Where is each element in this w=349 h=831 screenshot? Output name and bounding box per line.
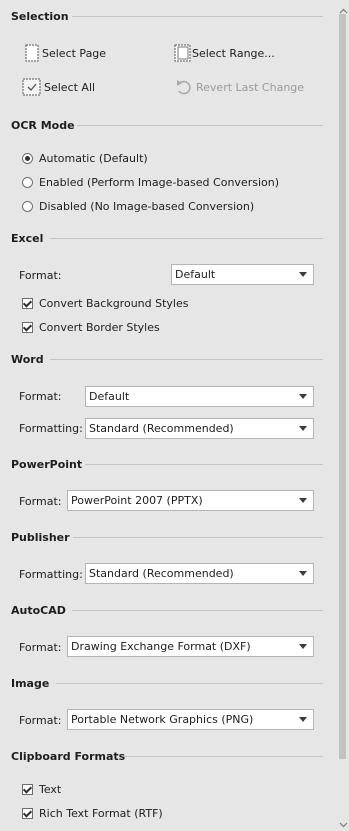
publisher-formatting-dropdown[interactable]: Standard (Recommended) — [85, 563, 314, 584]
autocad-format-dropdown[interactable]: Drawing Exchange Format (DXF) — [67, 636, 314, 657]
checkbox-label: Convert Background Styles — [39, 297, 189, 310]
chevron-down-icon — [299, 644, 307, 649]
chevron-down-icon — [299, 571, 307, 576]
section-title: Word — [11, 353, 44, 366]
scrollbar-thumb[interactable] — [339, 14, 346, 759]
ocr-enabled-radio[interactable]: Enabled (Perform Image-based Conversion) — [22, 176, 279, 189]
select-all-icon — [22, 78, 42, 96]
dropdown-value: Default — [89, 390, 130, 403]
section-powerpoint-header: PowerPoint — [11, 458, 82, 471]
chevron-down-icon — [299, 498, 307, 503]
clipboard-rtf-checkbox[interactable]: Rich Text Format (RTF) — [22, 807, 163, 820]
section-divider — [73, 537, 323, 538]
radio-indicator — [22, 201, 33, 212]
section-publisher-header: Publisher — [11, 531, 70, 544]
powerpoint-format-dropdown[interactable]: PowerPoint 2007 (PPTX) — [67, 490, 314, 511]
publisher-formatting-label: Formatting: — [19, 568, 83, 581]
dropdown-value: Standard (Recommended) — [89, 567, 234, 580]
image-format-dropdown[interactable]: Portable Network Graphics (PNG) — [67, 709, 314, 730]
select-all-button[interactable]: Select All — [22, 78, 95, 96]
word-formatting-label: Formatting: — [19, 422, 83, 435]
section-title: Selection — [11, 10, 69, 23]
revert-label: Revert Last Change — [196, 80, 305, 94]
section-divider — [50, 238, 323, 239]
checkbox-label: Convert Border Styles — [39, 321, 160, 334]
checkbox-label: Rich Text Format (RTF) — [39, 807, 163, 820]
chevron-down-icon — [299, 426, 307, 431]
convert-background-styles-checkbox[interactable]: Convert Background Styles — [22, 297, 188, 310]
convert-border-styles-checkbox[interactable]: Convert Border Styles — [22, 321, 160, 334]
chevron-down-icon — [299, 717, 307, 722]
dropdown-value: Default — [175, 268, 216, 281]
section-excel-header: Excel — [11, 232, 43, 245]
undo-icon — [174, 78, 194, 96]
checkbox-indicator — [22, 322, 33, 333]
radio-label: Enabled (Perform Image-based Conversion) — [39, 176, 279, 189]
scroll-down-arrow-icon[interactable] — [339, 818, 348, 828]
checkbox-indicator — [22, 784, 33, 795]
section-ocr-header: OCR Mode — [11, 119, 75, 132]
section-divider — [72, 16, 323, 17]
excel-format-dropdown[interactable]: Default — [171, 264, 314, 285]
revert-last-change-button[interactable]: Revert Last Change — [174, 78, 304, 96]
chevron-down-icon — [299, 272, 307, 277]
select-range-label: Select Range... — [192, 46, 275, 60]
dropdown-value: Portable Network Graphics (PNG) — [71, 713, 254, 726]
dropdown-value: Standard (Recommended) — [89, 422, 234, 435]
select-page-label: Select Page — [42, 46, 107, 60]
select-page-button[interactable]: Select Page — [24, 44, 106, 62]
section-divider — [56, 683, 323, 684]
page-icon — [24, 44, 40, 62]
section-title: PowerPoint — [11, 458, 83, 471]
section-divider — [77, 125, 323, 126]
section-word-header: Word — [11, 353, 44, 366]
section-image-header: Image — [11, 677, 49, 690]
section-divider — [72, 610, 323, 611]
section-autocad-header: AutoCAD — [11, 604, 66, 617]
radio-indicator — [22, 153, 33, 164]
radio-label: Disabled (No Image-based Conversion) — [39, 200, 255, 213]
section-title: OCR Mode — [11, 119, 75, 132]
section-divider — [50, 359, 323, 360]
section-title: Publisher — [11, 531, 70, 544]
checkbox-indicator — [22, 808, 33, 819]
checkbox-label: Text — [39, 783, 62, 796]
word-formatting-dropdown[interactable]: Standard (Recommended) — [85, 418, 314, 439]
radio-indicator — [22, 177, 33, 188]
section-selection-header: Selection — [11, 10, 69, 23]
image-format-label: Format: — [19, 714, 62, 727]
section-divider — [85, 464, 323, 465]
section-title: Clipboard Formats — [11, 750, 126, 763]
section-title: AutoCAD — [11, 604, 66, 617]
clipboard-text-checkbox[interactable]: Text — [22, 783, 61, 796]
range-icon — [174, 44, 191, 62]
select-all-label: Select All — [44, 80, 96, 94]
scroll-up-arrow-icon[interactable] — [339, 4, 348, 14]
chevron-down-icon — [299, 394, 307, 399]
section-title: Image — [11, 677, 50, 690]
word-format-label: Format: — [19, 390, 62, 403]
dropdown-value: Drawing Exchange Format (DXF) — [71, 640, 251, 653]
autocad-format-label: Format: — [19, 641, 62, 654]
radio-label: Automatic (Default) — [39, 152, 148, 165]
ocr-disabled-radio[interactable]: Disabled (No Image-based Conversion) — [22, 200, 254, 213]
excel-format-label: Format: — [19, 269, 62, 282]
section-title: Excel — [11, 232, 44, 245]
dropdown-value: PowerPoint 2007 (PPTX) — [71, 494, 203, 507]
word-format-dropdown[interactable]: Default — [85, 386, 314, 407]
select-range-button[interactable]: Select Range... — [174, 44, 275, 62]
ocr-automatic-radio[interactable]: Automatic (Default) — [22, 152, 148, 165]
checkbox-indicator — [22, 298, 33, 309]
options-panel: Selection Select Page Select Range... Se… — [0, 0, 336, 831]
section-divider — [124, 756, 323, 757]
section-clipboard-header: Clipboard Formats — [11, 750, 125, 763]
powerpoint-format-label: Format: — [19, 495, 62, 508]
